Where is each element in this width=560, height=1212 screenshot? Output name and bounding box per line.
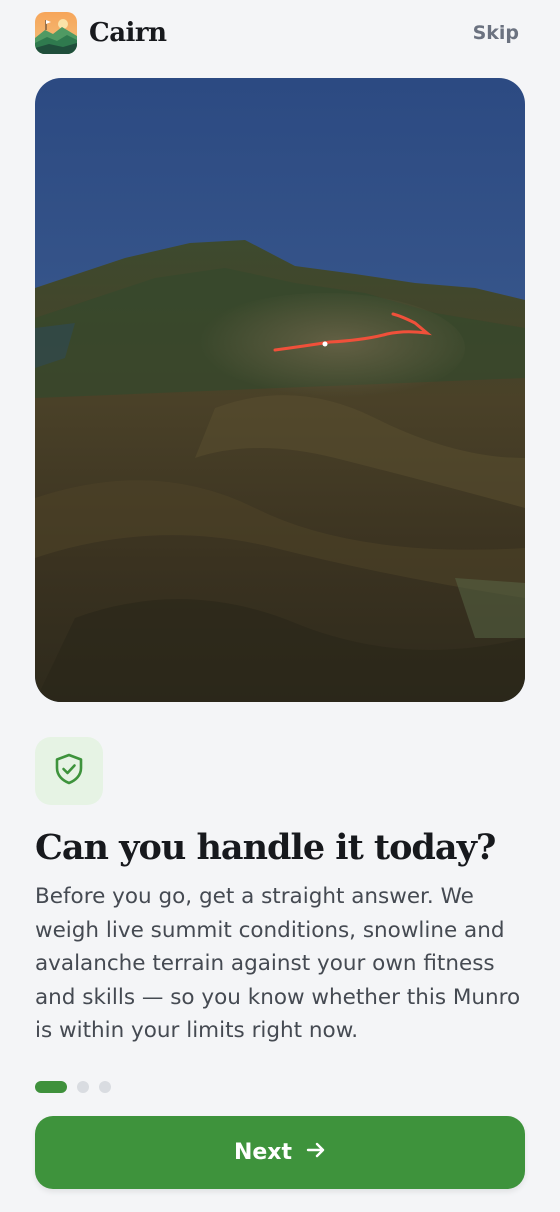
feature-badge	[35, 737, 103, 805]
mountain-logo-icon	[35, 12, 77, 54]
shield-check-icon	[54, 753, 84, 789]
header: Cairn Skip	[35, 12, 525, 54]
next-button-label: Next	[233, 1140, 293, 1165]
brand: Cairn	[35, 12, 167, 54]
pagination-dots	[35, 1081, 111, 1093]
page-dot-1[interactable]	[35, 1081, 67, 1093]
page-dot-3[interactable]	[99, 1081, 111, 1093]
arrow-right-icon	[306, 1140, 326, 1165]
skip-button[interactable]: Skip	[473, 22, 519, 44]
next-button[interactable]: Next	[35, 1116, 525, 1189]
app-name: Cairn	[89, 18, 167, 48]
page-title: Can you handle it today?	[35, 827, 496, 868]
page-dot-2[interactable]	[77, 1081, 89, 1093]
description-text: Before you go, get a straight answer. We…	[35, 884, 521, 1043]
hero-terrain-image	[35, 78, 525, 702]
